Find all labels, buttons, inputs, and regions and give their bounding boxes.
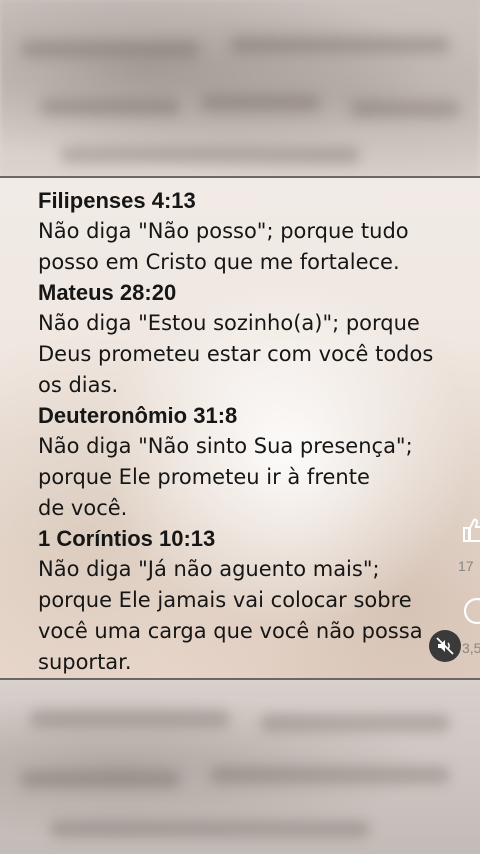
verse-reference: Deuteronômio 31:8 [38, 403, 238, 428]
verse-item: 1 Coríntios 10:13 Não diga "Já não aguen… [38, 524, 478, 678]
verse-text-line: os dias. [38, 373, 119, 397]
verse-item: Filipenses 4:13 Não diga "Não posso"; po… [38, 186, 478, 278]
verse-reference: Mateus 28:20 [38, 280, 177, 305]
verse-text-line: Deus prometeu estar com você todos [38, 342, 434, 366]
verse-reference: 1 Coríntios 10:13 [38, 526, 216, 551]
verse-card: Filipenses 4:13 Não diga "Não posso"; po… [0, 178, 480, 678]
verse-text-line: Não diga "Não posso"; porque tudo [38, 219, 409, 243]
verse-text-line: Não diga "Já não aguento mais"; [38, 557, 380, 581]
verse-text-line: Não diga "Não sinto Sua presença"; [38, 434, 413, 458]
like-count: 17 [458, 558, 474, 574]
mute-button[interactable] [429, 630, 461, 662]
muted-speaker-icon [436, 637, 454, 655]
verse-text-line: posso em Cristo que me fortalece. [38, 250, 400, 274]
verse-text-line: porque Ele jamais vai colocar sobre [38, 588, 412, 612]
comment-icon[interactable] [462, 596, 480, 626]
verse-reference: Filipenses 4:13 [38, 188, 196, 213]
comment-count: 3,5 [462, 640, 480, 656]
thumbs-up-icon[interactable] [462, 516, 480, 544]
verse-list: Filipenses 4:13 Não diga "Não posso"; po… [38, 186, 478, 678]
reel-screen: Filipenses 4:13 Não diga "Não posso"; po… [0, 0, 480, 854]
verse-text-line: Não diga "Estou sozinho(a)"; porque [38, 311, 420, 335]
blurred-background-top [0, 0, 480, 178]
blurred-background-bottom [0, 680, 480, 854]
verse-item: Mateus 28:20 Não diga "Estou sozinho(a)"… [38, 278, 478, 401]
verse-item: Deuteronômio 31:8 Não diga "Não sinto Su… [38, 401, 478, 524]
verse-text-line: você uma carga que você não possa [38, 619, 423, 643]
verse-text-line: porque Ele prometeu ir à frente [38, 465, 370, 489]
verse-text-line: de você. [38, 496, 128, 520]
verse-text-line: suportar. [38, 650, 132, 674]
